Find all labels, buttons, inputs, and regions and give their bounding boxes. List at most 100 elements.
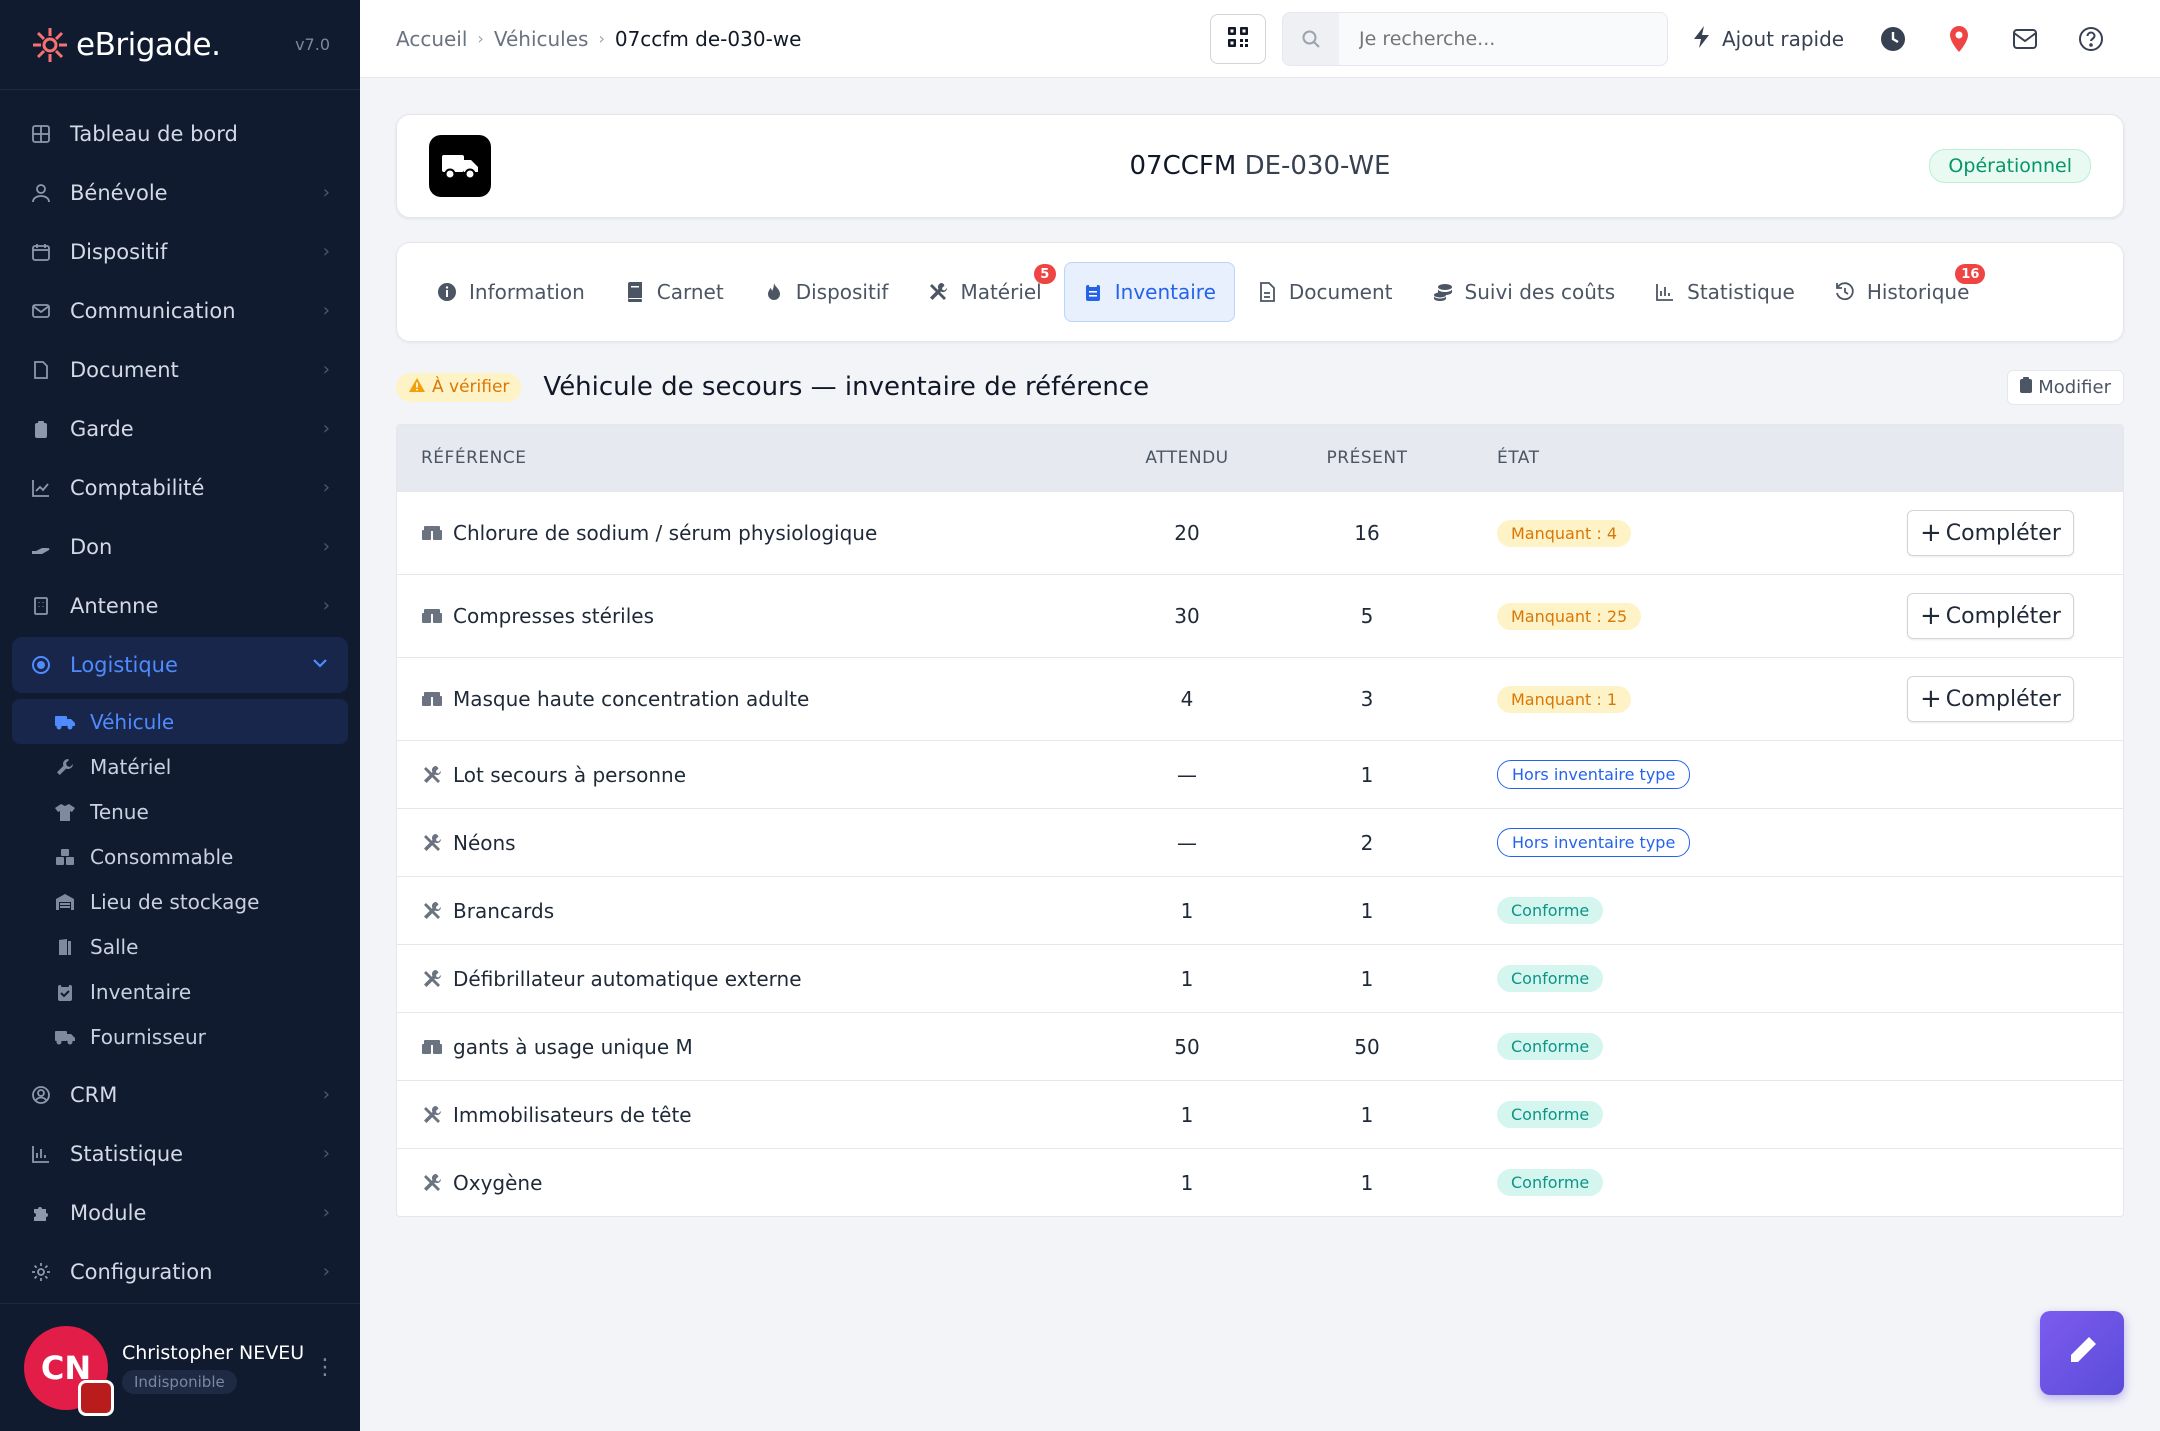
table-row[interactable]: Néons — 2 Hors inventaire type bbox=[397, 808, 2123, 876]
breadcrumb-home[interactable]: Accueil bbox=[396, 27, 467, 51]
tab-information[interactable]: Information bbox=[419, 262, 603, 322]
complete-button[interactable]: + Compléter bbox=[1907, 510, 2074, 556]
help-icon[interactable] bbox=[2076, 24, 2106, 54]
reference-label[interactable]: Néons bbox=[453, 831, 516, 855]
tab-historique[interactable]: Historique 16 bbox=[1817, 262, 1988, 322]
sidebar-item-don[interactable]: Don › bbox=[0, 517, 360, 576]
reference-label[interactable]: Lot secours à personne bbox=[453, 763, 686, 787]
quick-add-button[interactable]: Ajout rapide bbox=[1692, 0, 1844, 78]
mail-icon[interactable] bbox=[2010, 24, 2040, 54]
sidebar-subitem-fournisseur[interactable]: Fournisseur bbox=[0, 1014, 360, 1059]
clock-icon[interactable] bbox=[1878, 24, 1908, 54]
sidebar-subitem-salle[interactable]: Salle bbox=[0, 924, 360, 969]
user-status-badge: Indisponible bbox=[122, 1369, 237, 1394]
tab-label: Suivi des coûts bbox=[1464, 280, 1616, 304]
table-row[interactable]: Compresses stériles 30 5 Manquant : 25 + Comp… bbox=[397, 574, 2123, 657]
sidebar-subitem-tenue[interactable]: Tenue bbox=[0, 789, 360, 834]
tab-dispositif[interactable]: Dispositif bbox=[746, 262, 907, 322]
tab-materiel[interactable]: Matériel 5 bbox=[910, 262, 1059, 322]
tools-icon bbox=[421, 832, 443, 854]
table-row[interactable]: Brancards 1 1 Conforme bbox=[397, 876, 2123, 944]
reference-label[interactable]: Oxygène bbox=[453, 1171, 542, 1195]
mail-icon bbox=[30, 300, 52, 322]
edit-fab-button[interactable] bbox=[2040, 1311, 2124, 1395]
sidebar-item-tableau-de-bord[interactable]: Tableau de bord bbox=[0, 104, 360, 163]
avatar[interactable]: CN bbox=[24, 1325, 114, 1416]
modify-button[interactable]: Modifier bbox=[2007, 369, 2124, 405]
cell-present: 1 bbox=[1360, 1102, 1374, 1127]
chevron-right-icon: › bbox=[322, 1143, 330, 1164]
column-header-attendu[interactable]: ATTENDU bbox=[1097, 448, 1277, 468]
reference-label[interactable]: Masque haute concentration adulte bbox=[453, 687, 809, 711]
cell-etat: Conforme bbox=[1457, 1033, 1907, 1060]
column-header-etat[interactable]: ÉTAT bbox=[1457, 448, 1907, 468]
sidebar-item-benevole[interactable]: Bénévole › bbox=[0, 163, 360, 222]
sidebar-item-garde[interactable]: Garde › bbox=[0, 399, 360, 458]
logistique-submenu: Véhicule Matériel Tenue Consommable Lieu… bbox=[0, 695, 360, 1065]
cell-present: 1 bbox=[1360, 1170, 1374, 1195]
reference-label[interactable]: Défibrillateur automatique externe bbox=[453, 967, 802, 991]
sidebar-item-label: Module bbox=[70, 1200, 147, 1225]
reference-label[interactable]: gants à usage unique M bbox=[453, 1035, 693, 1059]
sidebar-item-configuration[interactable]: Configuration › bbox=[0, 1242, 360, 1301]
sidebar-item-statistique[interactable]: Statistique › bbox=[0, 1124, 360, 1183]
sidebar-subitem-lieu-de-stockage[interactable]: Lieu de stockage bbox=[0, 879, 360, 924]
table-row[interactable]: Oxygène 1 1 Conforme bbox=[397, 1148, 2123, 1216]
reference-label[interactable]: Immobilisateurs de tête bbox=[453, 1103, 692, 1127]
sidebar-subitem-vehicule[interactable]: Véhicule bbox=[12, 699, 348, 744]
sidebar-item-logistique[interactable]: Logistique bbox=[12, 637, 348, 693]
table-row[interactable]: Masque haute concentration adulte 4 3 Manqu… bbox=[397, 657, 2123, 740]
sidebar-item-module[interactable]: Module › bbox=[0, 1183, 360, 1242]
column-header-present[interactable]: PRÉSENT bbox=[1277, 448, 1457, 468]
column-header-reference[interactable]: RÉFÉRENCE bbox=[397, 448, 1097, 468]
sidebar-item-comptabilite[interactable]: Comptabilité › bbox=[0, 458, 360, 517]
state-badge: Manquant : 4 bbox=[1497, 519, 1632, 547]
cell-present: 1 bbox=[1360, 762, 1374, 787]
map-pin-icon[interactable] bbox=[1944, 24, 1974, 54]
sidebar-item-label: Antenne bbox=[70, 593, 159, 618]
tab-statistique[interactable]: Statistique bbox=[1637, 262, 1813, 322]
state-badge: Manquant : 1 bbox=[1497, 685, 1632, 713]
table-row[interactable]: Défibrillateur automatique externe 1 1 Conf… bbox=[397, 944, 2123, 1012]
search-input[interactable] bbox=[1339, 28, 1659, 50]
cell-etat: Manquant : 1 bbox=[1457, 685, 1907, 713]
calendar-icon bbox=[30, 241, 52, 263]
complete-button[interactable]: + Compléter bbox=[1907, 676, 2074, 722]
sidebar-subitem-consommable[interactable]: Consommable bbox=[0, 834, 360, 879]
reference-label[interactable]: Chlorure de sodium / sérum physiologique bbox=[453, 521, 877, 545]
app-version: v7.0 bbox=[295, 35, 330, 54]
complete-button[interactable]: + Compléter bbox=[1907, 593, 2074, 639]
main-content: 07CCFM DE-030-WE Opérationnel Informatio… bbox=[396, 114, 2124, 1217]
sidebar-item-label: Tableau de bord bbox=[70, 121, 238, 146]
tools-icon bbox=[421, 764, 443, 786]
boxes-icon bbox=[421, 1036, 443, 1058]
table-row[interactable]: gants à usage unique M 50 50 Conforme bbox=[397, 1012, 2123, 1080]
cell-etat: Manquant : 4 bbox=[1457, 519, 1907, 547]
sidebar-subitem-materiel[interactable]: Matériel bbox=[0, 744, 360, 789]
more-vertical-icon[interactable]: ⋮ bbox=[314, 1355, 336, 1380]
chevron-right-icon: › bbox=[322, 241, 330, 262]
brand[interactable]: eBrigade. v7.0 bbox=[0, 0, 360, 90]
tab-suivi-des-couts[interactable]: Suivi des coûts bbox=[1415, 262, 1634, 322]
table-row[interactable]: Lot secours à personne — 1 Hors inventaire … bbox=[397, 740, 2123, 808]
sidebar-subitem-inventaire[interactable]: Inventaire bbox=[0, 969, 360, 1014]
tab-carnet[interactable]: Carnet bbox=[607, 262, 742, 322]
sidebar-item-communication[interactable]: Communication › bbox=[0, 281, 360, 340]
complete-label: Compléter bbox=[1945, 520, 2061, 546]
cell-present: 1 bbox=[1360, 966, 1374, 991]
sidebar-item-dispositif[interactable]: Dispositif › bbox=[0, 222, 360, 281]
breadcrumb-vehicules[interactable]: Véhicules bbox=[494, 27, 589, 51]
reference-label[interactable]: Brancards bbox=[453, 899, 554, 923]
qr-code-button[interactable] bbox=[1210, 14, 1266, 64]
sidebar-item-antenne[interactable]: Antenne › bbox=[0, 576, 360, 635]
sidebar-item-document[interactable]: Document › bbox=[0, 340, 360, 399]
truck-icon bbox=[429, 135, 491, 197]
sidebar-item-crm[interactable]: CRM › bbox=[0, 1065, 360, 1124]
table-row[interactable]: Immobilisateurs de tête 1 1 Conforme bbox=[397, 1080, 2123, 1148]
table-row[interactable]: Chlorure de sodium / sérum physiologique… bbox=[397, 491, 2123, 574]
tab-document[interactable]: Document bbox=[1239, 262, 1411, 322]
user-circle-icon bbox=[30, 1084, 52, 1106]
tab-inventaire[interactable]: Inventaire bbox=[1063, 262, 1235, 322]
user-panel[interactable]: CN Christopher NEVEU Indisponible ⋮ bbox=[0, 1303, 360, 1431]
reference-label[interactable]: Compresses stériles bbox=[453, 604, 654, 628]
